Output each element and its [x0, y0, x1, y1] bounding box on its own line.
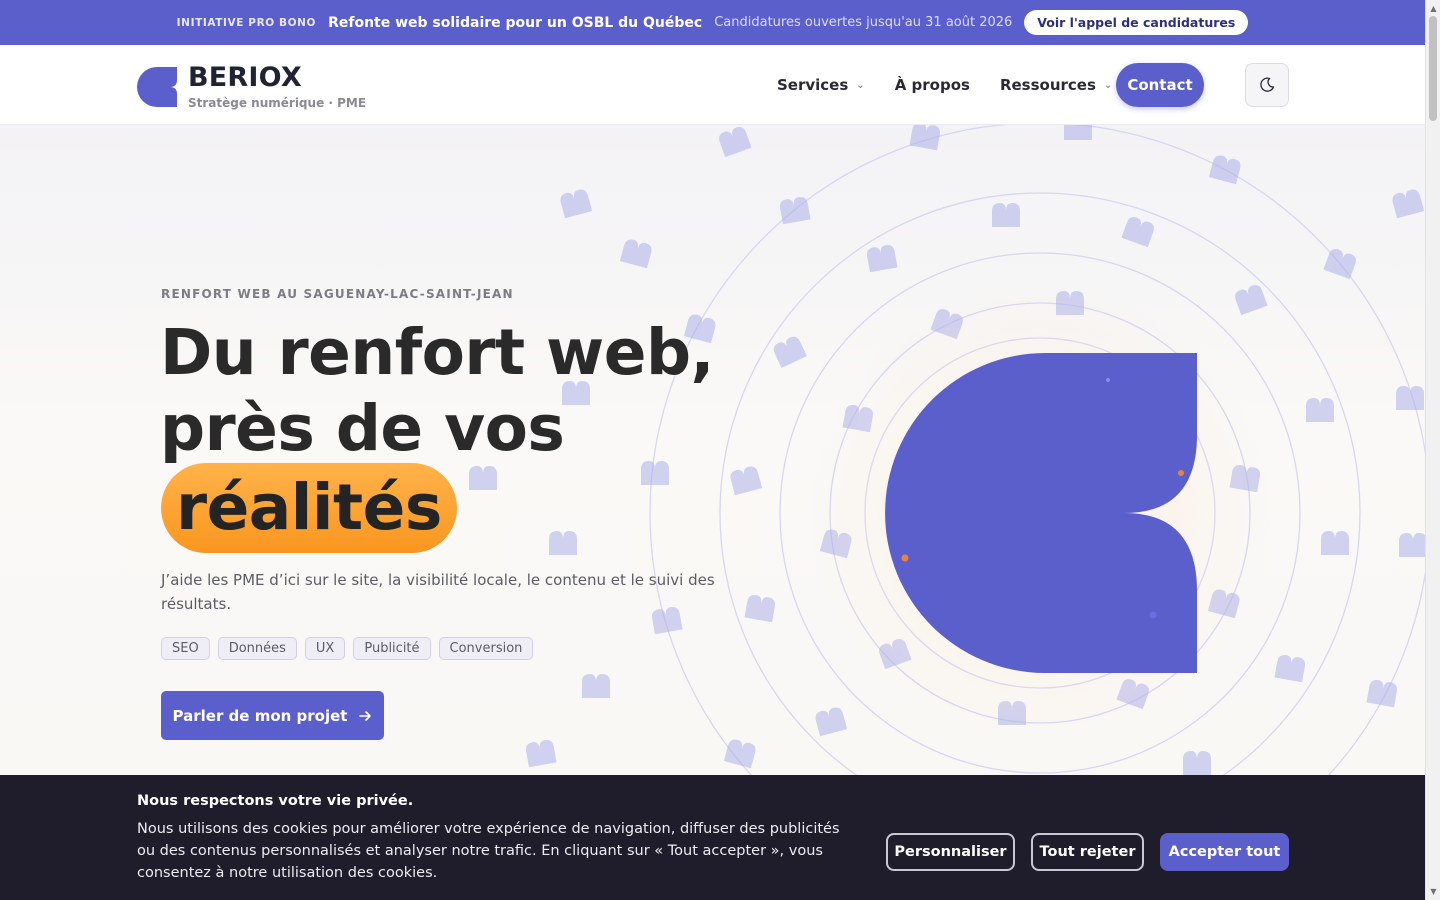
cookie-title: Nous respectons votre vie privée.: [137, 793, 414, 809]
nav-item-label: Ressources: [999, 76, 1096, 94]
scroll-down-arrow-icon[interactable]: ▼: [1426, 884, 1440, 898]
hero-cta-label: Parler de mon projet: [172, 706, 348, 725]
brand-name: BERIOX: [188, 62, 302, 93]
announcement-bar: INITIATIVE PRO BONO Refonte web solidair…: [0, 0, 1425, 45]
nav-item-label: À propos: [894, 76, 970, 94]
hero-section: RENFORT WEB AU SAGUENAY-LAC-SAINT-JEAN D…: [0, 125, 1425, 775]
hero-headline-line2: près de vos: [160, 392, 565, 465]
tag-chip: SEO: [161, 637, 210, 660]
chevron-down-icon: ⌄: [856, 79, 865, 91]
cookie-customize-button[interactable]: Personnaliser: [886, 833, 1015, 871]
brand-logo[interactable]: BERIOX Stratège numérique · PME: [137, 64, 366, 110]
chevron-down-icon: ⌄: [1103, 79, 1113, 91]
announcement-title: Refonte web solidaire pour un OSBL du Qu…: [328, 14, 703, 31]
site-header: BERIOX Stratège numérique · PME Services…: [0, 45, 1425, 125]
hero-headline: Du renfort web, près de vos: [160, 315, 715, 467]
announcement-cta-button[interactable]: Voir l'appel de candidatures: [1024, 10, 1249, 35]
arrow-right-icon: [359, 710, 372, 721]
scroll-up-arrow-icon[interactable]: ▲: [1426, 1, 1440, 15]
moon-icon: [1260, 77, 1275, 92]
hero-tag-list: SEO Données UX Publicité Conversion: [161, 637, 534, 660]
brand-mark-icon: [137, 67, 177, 107]
tag-chip: UX: [304, 637, 346, 660]
tag-chip: Publicité: [353, 637, 431, 660]
hero-highlight-word: réalités: [161, 463, 457, 553]
cookie-banner: Nous respectons votre vie privée. Nous u…: [0, 775, 1425, 900]
nav-item-a-propos[interactable]: À propos: [895, 76, 970, 94]
cookie-accept-button[interactable]: Accepter tout: [1160, 833, 1289, 871]
hero-lead: J’aide les PME d’ici sur le site, la vis…: [161, 571, 715, 613]
tag-chip: Données: [217, 637, 297, 660]
hero-cta-button[interactable]: Parler de mon projet: [161, 691, 384, 740]
theme-toggle-button[interactable]: [1245, 63, 1289, 107]
tag-chip: Conversion: [438, 637, 534, 660]
brand-tagline: Stratège numérique · PME: [188, 96, 367, 110]
hero-eyebrow: RENFORT WEB AU SAGUENAY-LAC-SAINT-JEAN: [161, 287, 514, 301]
main-nav: Services ⌄ À propos Ressources ⌄: [777, 63, 1142, 107]
scrollbar-thumb[interactable]: [1429, 16, 1437, 121]
cookie-reject-button[interactable]: Tout rejeter: [1031, 833, 1144, 871]
nav-item-label: Services: [777, 76, 849, 94]
cookie-text: Nous utilisons des cookies pour améliore…: [137, 821, 840, 881]
hero-headline-line1: Du renfort web,: [160, 316, 715, 389]
announcement-subtitle: Candidatures ouvertes jusqu'au 31 août 2…: [714, 15, 1013, 30]
contact-button[interactable]: Contact: [1116, 63, 1204, 107]
nav-item-ressources[interactable]: Ressources ⌄: [1000, 76, 1112, 94]
nav-item-services[interactable]: Services ⌄: [777, 76, 865, 94]
announcement-tag: INITIATIVE PRO BONO: [176, 16, 317, 29]
page-scrollbar[interactable]: ▲ ▼: [1425, 0, 1440, 900]
